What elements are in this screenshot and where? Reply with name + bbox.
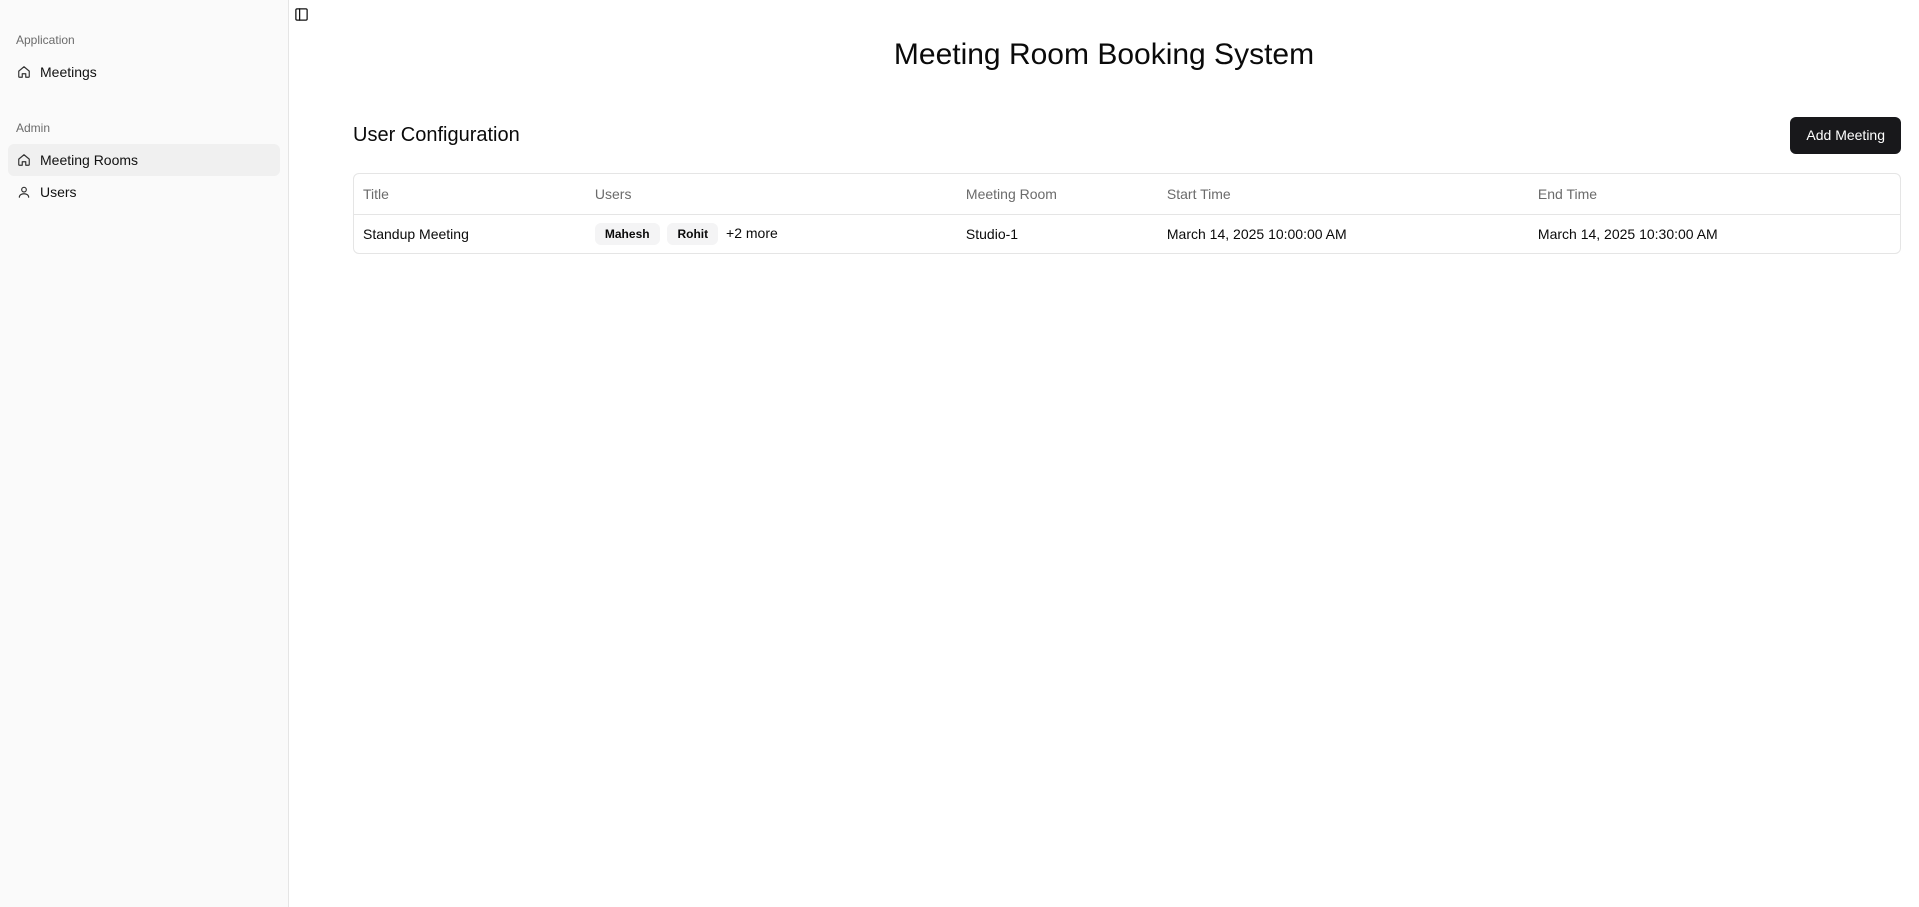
column-header-end-time: End Time bbox=[1528, 174, 1900, 215]
cell-title: Standup Meeting bbox=[363, 225, 469, 242]
sidebar: Application Meetings Admin Meeting Rooms… bbox=[0, 0, 289, 907]
cell-users: Mahesh Rohit +2 more bbox=[586, 214, 957, 253]
section-header: User Configuration Add Meeting bbox=[353, 116, 1901, 154]
cell-start-time: March 14, 2025 10:00:00 AM bbox=[1166, 225, 1347, 242]
sidebar-item-label: Meetings bbox=[40, 64, 97, 80]
sidebar-toggle-icon[interactable] bbox=[293, 6, 309, 22]
user-badge: Rohit bbox=[667, 222, 719, 245]
column-header-users: Users bbox=[585, 174, 957, 215]
sidebar-item-users[interactable]: Users bbox=[8, 176, 280, 208]
home-icon bbox=[16, 64, 32, 80]
cell-end-time: March 14, 2025 10:30:00 AM bbox=[1537, 225, 1718, 242]
add-meeting-button[interactable]: Add Meeting bbox=[1790, 116, 1901, 154]
column-header-start-time: Start Time bbox=[1157, 174, 1529, 215]
home-icon bbox=[16, 152, 32, 168]
table-row[interactable]: Standup Meeting Mahesh Rohit +2 more Stu… bbox=[354, 214, 1900, 253]
main-content: Meeting Room Booking System User Configu… bbox=[289, 0, 1919, 907]
app-root: Application Meetings Admin Meeting Rooms… bbox=[0, 0, 1919, 907]
sidebar-item-meeting-rooms[interactable]: Meeting Rooms bbox=[8, 144, 280, 176]
more-users-link[interactable]: +2 more bbox=[726, 225, 778, 241]
user-icon bbox=[16, 184, 32, 200]
user-badge: Mahesh bbox=[594, 222, 660, 245]
section-title: User Configuration bbox=[353, 123, 520, 146]
sidebar-group-label-application: Application bbox=[16, 33, 75, 47]
table-header-row: Title Users Meeting Room Start Time End … bbox=[354, 174, 1900, 215]
sidebar-item-meetings[interactable]: Meetings bbox=[8, 56, 280, 88]
sidebar-group-label-admin: Admin bbox=[16, 121, 51, 135]
column-header-meeting-room: Meeting Room bbox=[956, 174, 1158, 215]
sidebar-item-label: Meeting Rooms bbox=[40, 152, 139, 168]
sidebar-item-label: Users bbox=[40, 184, 77, 200]
column-header-title: Title bbox=[354, 174, 586, 215]
meetings-table: Title Users Meeting Room Start Time End … bbox=[353, 173, 1901, 254]
cell-meeting-room: Studio-1 bbox=[965, 225, 1019, 242]
page-title: Meeting Room Booking System bbox=[893, 38, 1315, 71]
